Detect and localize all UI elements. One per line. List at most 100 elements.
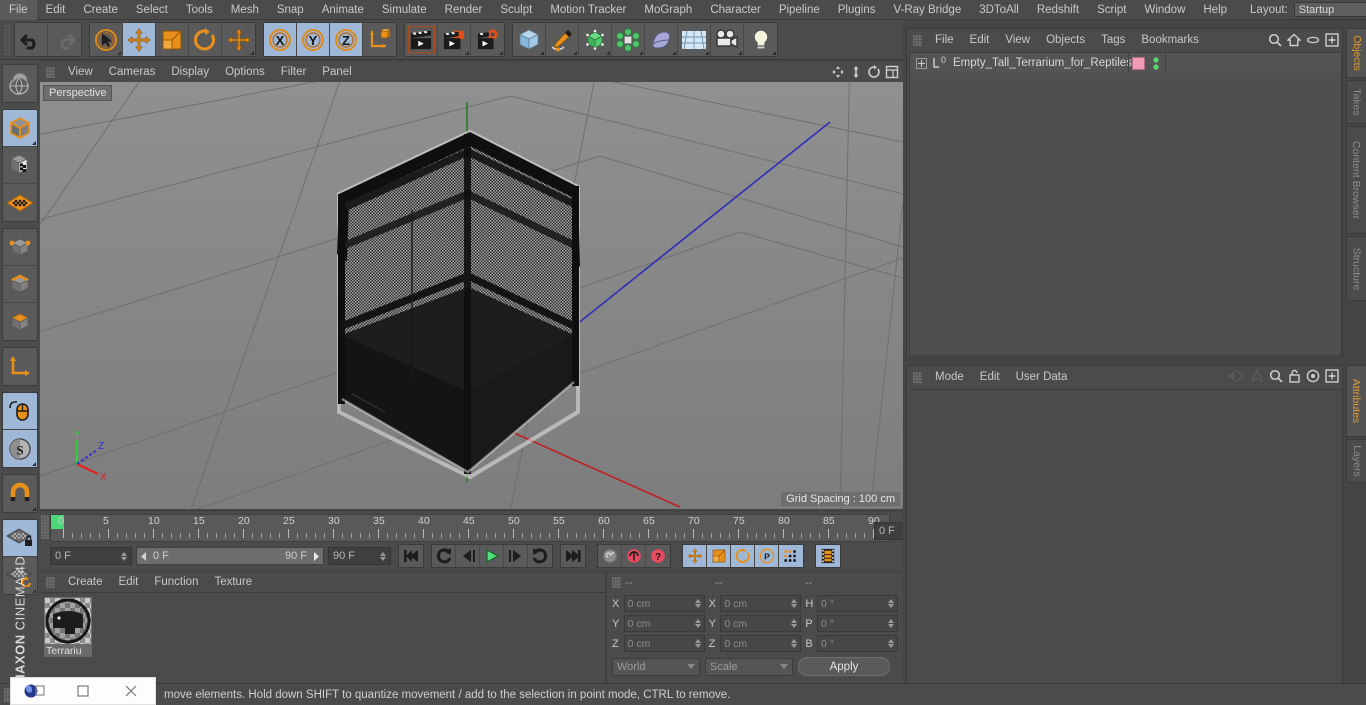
position-y-field[interactable]: 0 cm bbox=[623, 615, 705, 632]
search-icon[interactable] bbox=[1269, 369, 1283, 383]
menu-mesh[interactable]: Mesh bbox=[222, 0, 268, 20]
material-menu-texture[interactable]: Texture bbox=[206, 573, 260, 592]
stepper-icon[interactable] bbox=[887, 619, 894, 628]
polygon-grid-button[interactable] bbox=[3, 184, 37, 221]
object-axis-button[interactable] bbox=[3, 348, 37, 385]
object-menu-edit[interactable]: Edit bbox=[962, 29, 998, 51]
cube-primitive-button[interactable] bbox=[513, 23, 546, 56]
material-item[interactable]: Terrariu bbox=[44, 597, 92, 657]
timeline-ruler[interactable]: 0 5 10 15 20 25 30 35 40 45 50 55 60 65 70 75 80 85 90 bbox=[50, 514, 890, 542]
viewport-menu-display[interactable]: Display bbox=[163, 62, 217, 82]
material-menu-function[interactable]: Function bbox=[146, 573, 206, 592]
step-forward-button[interactable] bbox=[504, 545, 528, 567]
render-region-button[interactable] bbox=[438, 23, 471, 56]
go-to-end-button[interactable] bbox=[561, 545, 585, 567]
tab-objects[interactable]: Objects bbox=[1346, 28, 1366, 79]
menu-help[interactable]: Help bbox=[1194, 0, 1236, 20]
edge-mode-button[interactable] bbox=[3, 266, 37, 303]
live-selection-button[interactable] bbox=[90, 23, 123, 56]
move-icon[interactable] bbox=[831, 65, 845, 79]
stepper-icon[interactable] bbox=[694, 639, 701, 648]
lock-icon[interactable] bbox=[1288, 369, 1301, 383]
add-icon[interactable] bbox=[1325, 33, 1339, 47]
stepper-icon[interactable] bbox=[791, 639, 798, 648]
forward-nav-icon[interactable] bbox=[1250, 369, 1264, 383]
target-icon[interactable] bbox=[1306, 369, 1320, 383]
tab-attributes[interactable]: Attributes bbox=[1346, 365, 1366, 437]
object-row[interactable]: 0 Empty_Tall_Terrarium_for_Reptiles bbox=[910, 53, 1341, 73]
filmstrip-button[interactable] bbox=[816, 545, 840, 567]
search-icon[interactable] bbox=[1268, 33, 1282, 47]
rotate-tool-button[interactable] bbox=[189, 23, 222, 56]
menu-mograph[interactable]: MoGraph bbox=[635, 0, 701, 20]
stepper-icon[interactable] bbox=[121, 551, 127, 561]
light-button[interactable] bbox=[744, 23, 777, 56]
range-left-arrow-icon[interactable] bbox=[140, 551, 149, 561]
expand-icon[interactable] bbox=[916, 57, 927, 69]
spline-pen-button[interactable] bbox=[546, 23, 579, 56]
object-tree[interactable]: 0 Empty_Tall_Terrarium_for_Reptiles bbox=[909, 52, 1342, 356]
viewport-mouse-button[interactable] bbox=[3, 393, 37, 430]
close-button[interactable] bbox=[107, 677, 155, 705]
back-nav-icon[interactable] bbox=[1227, 369, 1245, 383]
attribute-menu-user-data[interactable]: User Data bbox=[1008, 366, 1076, 388]
deformer-button[interactable] bbox=[645, 23, 678, 56]
rotation-b-field[interactable]: 0 ° bbox=[816, 635, 898, 652]
object-menu-tags[interactable]: Tags bbox=[1093, 29, 1133, 51]
menu-sculpt[interactable]: Sculpt bbox=[491, 0, 541, 20]
undo-button[interactable] bbox=[15, 23, 48, 56]
camera-button[interactable] bbox=[711, 23, 744, 56]
menu-create[interactable]: Create bbox=[74, 0, 127, 20]
z-axis-button[interactable]: Z bbox=[330, 23, 363, 56]
material-menu-grip[interactable] bbox=[46, 577, 55, 588]
coordinate-system-dropdown[interactable]: World bbox=[612, 657, 700, 676]
range-right-arrow-icon[interactable] bbox=[311, 551, 320, 561]
play-reverse-loop-button[interactable] bbox=[432, 545, 456, 567]
menu-render[interactable]: Render bbox=[436, 0, 492, 20]
step-back-button[interactable] bbox=[456, 545, 480, 567]
menu-redshift[interactable]: Redshift bbox=[1028, 0, 1088, 20]
menu-v-ray-bridge[interactable]: V-Ray Bridge bbox=[884, 0, 970, 20]
polygon-mode-button[interactable] bbox=[3, 303, 37, 340]
loop-button[interactable] bbox=[528, 545, 552, 567]
point-mode-button[interactable] bbox=[3, 229, 37, 266]
rotation-key-button[interactable] bbox=[731, 545, 755, 567]
rotation-p-field[interactable]: 0 ° bbox=[816, 615, 898, 632]
render-settings-button[interactable] bbox=[471, 23, 504, 56]
restore-button[interactable] bbox=[59, 677, 107, 705]
timeline-grip[interactable] bbox=[41, 515, 49, 539]
viewport-menu-options[interactable]: Options bbox=[217, 62, 273, 82]
autokey-button[interactable] bbox=[622, 545, 646, 567]
stepper-icon[interactable] bbox=[380, 551, 386, 561]
material-menu-edit[interactable]: Edit bbox=[111, 573, 147, 592]
tab-structure[interactable]: Structure bbox=[1346, 236, 1366, 302]
menu-snap[interactable]: Snap bbox=[268, 0, 313, 20]
rotate-icon[interactable] bbox=[867, 65, 881, 79]
menu-edit[interactable]: Edit bbox=[37, 0, 75, 20]
material-menu-create[interactable]: Create bbox=[60, 573, 111, 592]
keyframe-help-button[interactable]: ? bbox=[646, 545, 670, 567]
menu-pipeline[interactable]: Pipeline bbox=[770, 0, 829, 20]
stepper-icon[interactable] bbox=[887, 599, 894, 608]
menu-select[interactable]: Select bbox=[127, 0, 177, 20]
stepper-icon[interactable] bbox=[694, 619, 701, 628]
object-menu-view[interactable]: View bbox=[997, 29, 1038, 51]
end-frame-field[interactable]: 90 F bbox=[328, 547, 391, 565]
tab-content-browser[interactable]: Content Browser bbox=[1346, 126, 1366, 235]
home-icon[interactable] bbox=[1287, 33, 1301, 47]
x-axis-button[interactable]: X bbox=[264, 23, 297, 56]
object-menu-bookmarks[interactable]: Bookmarks bbox=[1133, 29, 1207, 51]
coordinate-mode-dropdown[interactable]: Scale bbox=[705, 657, 793, 676]
world-object-axis-button[interactable] bbox=[363, 23, 396, 56]
menu-simulate[interactable]: Simulate bbox=[373, 0, 436, 20]
position-x-field[interactable]: 0 cm bbox=[623, 595, 705, 612]
soft-selection-button[interactable]: S bbox=[3, 430, 37, 467]
viewport-menu-grip[interactable] bbox=[46, 66, 55, 78]
move-alt-button[interactable] bbox=[222, 23, 255, 56]
stepper-icon[interactable] bbox=[887, 639, 894, 648]
menu-motion-tracker[interactable]: Motion Tracker bbox=[541, 0, 635, 20]
stepper-icon[interactable] bbox=[694, 599, 701, 608]
menu-character[interactable]: Character bbox=[701, 0, 770, 20]
menu-animate[interactable]: Animate bbox=[313, 0, 373, 20]
menu-script[interactable]: Script bbox=[1088, 0, 1135, 20]
